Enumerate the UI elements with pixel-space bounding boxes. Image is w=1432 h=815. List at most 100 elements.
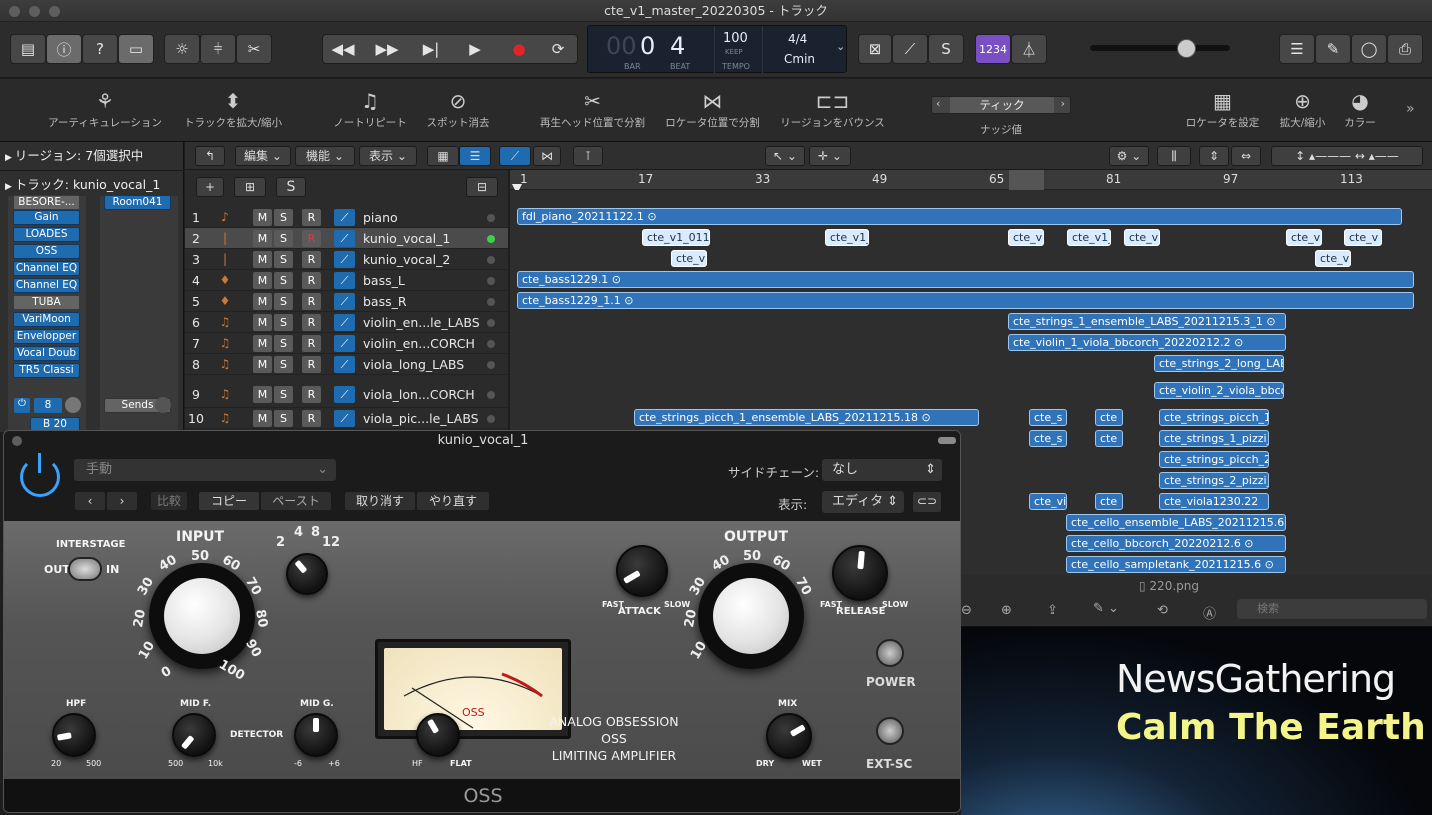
zoom-sliders[interactable]: ↕ ▴——— ↔ ▴—— xyxy=(1271,146,1423,166)
region[interactable]: cte_strings_2_long_LAB xyxy=(1154,355,1284,372)
functions-menu[interactable]: 機能 ⌄ xyxy=(295,146,355,166)
hf-flat-knob[interactable] xyxy=(416,713,460,757)
link-button[interactable]: ⊂⊃ xyxy=(912,491,942,513)
markup-icon[interactable]: ✎ ⌄ xyxy=(1093,601,1119,616)
inspector-button[interactable]: ⓘ xyxy=(46,34,82,64)
spot-erase-tool[interactable]: ⊘ スポット消去 xyxy=(418,87,498,130)
count-in-button[interactable]: 1234 xyxy=(975,34,1011,64)
mute-button[interactable]: M xyxy=(253,410,272,427)
list-editors-button[interactable]: ☰ xyxy=(1279,34,1315,64)
record-enable-button[interactable]: R xyxy=(302,314,321,331)
solo-button[interactable]: S xyxy=(274,314,293,331)
plugin-slot[interactable]: OSS xyxy=(13,244,80,259)
replace-button[interactable]: ⊠ xyxy=(858,34,892,64)
plugin-slot[interactable]: BESORE-... xyxy=(13,195,80,210)
region[interactable]: cte_v1_011 xyxy=(642,229,710,246)
duplicate-track-button[interactable]: ⊞ xyxy=(234,177,266,197)
catch-button[interactable]: ↰ xyxy=(195,146,225,166)
smart-controls-button[interactable]: ☼ xyxy=(164,34,200,64)
power-toggle[interactable] xyxy=(876,639,904,667)
mute-button[interactable]: M xyxy=(253,356,272,373)
region[interactable]: cte_bass1229.1 ⊙ xyxy=(517,271,1414,288)
region[interactable]: cte xyxy=(1095,409,1123,426)
plugin-slot[interactable]: Envelopper xyxy=(13,329,80,344)
record-enable-button[interactable]: R xyxy=(302,230,321,247)
plugin-slot[interactable]: Gain xyxy=(13,210,80,225)
track-row[interactable]: 4 ♦ M S R ⟋ bass_L xyxy=(185,270,508,291)
fit-horizontal-button[interactable]: ⇔ xyxy=(1231,146,1261,166)
record-enable-button[interactable]: R xyxy=(302,272,321,289)
plugin-slot[interactable]: LOADES xyxy=(13,227,80,242)
tuner-button[interactable]: ⟋ xyxy=(892,34,928,64)
zoom-track-tool[interactable]: ⬍ トラックを拡大/縮小 xyxy=(178,87,288,130)
mix-knob[interactable] xyxy=(766,713,812,759)
mute-button[interactable]: M xyxy=(253,386,272,403)
zoom-out-icon[interactable]: ⊖ xyxy=(961,603,972,618)
edit-menu[interactable]: 編集 ⌄ xyxy=(235,146,291,166)
region[interactable]: cte xyxy=(1095,493,1123,510)
track-row[interactable]: 7 ♫ M S R ⟋ violin_en...CORCH xyxy=(185,333,508,354)
region[interactable]: cte_v xyxy=(1124,229,1160,246)
go-to-end-button[interactable]: ▶| xyxy=(410,34,452,64)
region[interactable]: cte xyxy=(1095,430,1123,447)
automation-icon[interactable]: ⟋ xyxy=(334,386,355,403)
record-enable-button[interactable]: R xyxy=(302,410,321,427)
solo-button[interactable]: S xyxy=(928,34,964,64)
zoom-tool[interactable]: ⊕ 拡大/縮小 xyxy=(1270,87,1335,130)
ext-sc-toggle[interactable] xyxy=(876,717,904,745)
automation-icon[interactable]: ⟋ xyxy=(334,209,355,226)
mute-button[interactable]: M xyxy=(253,230,272,247)
region-inspector-header[interactable]: ▶ リージョン: 7個選択中 xyxy=(5,144,180,168)
record-enable-button[interactable]: R xyxy=(302,251,321,268)
track-row[interactable]: 8 ♫ M S R ⟋ viola_long_LABS xyxy=(185,354,508,375)
automation-icon[interactable]: ⟋ xyxy=(334,410,355,427)
plugin-slot[interactable]: Channel EQ xyxy=(13,261,80,276)
redo-button[interactable]: やり直す xyxy=(416,491,490,511)
track-row[interactable]: 10 ♫ M S R ⟋ viola_pic...le_LABS xyxy=(185,408,508,429)
region[interactable]: cte_strings_1_ensemble_LABS_20211215.3_1… xyxy=(1008,313,1286,330)
view-selector[interactable]: エディタ ⇕ xyxy=(822,491,904,513)
mute-button[interactable]: M xyxy=(253,272,272,289)
track-inspector-header[interactable]: ▶ トラック: kunio_vocal_1 xyxy=(5,173,180,197)
lcd-dropdown-icon[interactable]: ⌄ xyxy=(836,40,845,53)
track-row[interactable]: 1 ♪ M S R ⟋ piano xyxy=(185,207,508,228)
articulation-tool[interactable]: ⚘ アーティキュレーション xyxy=(40,87,170,130)
record-button[interactable]: ● xyxy=(498,34,540,64)
set-locators-tool[interactable]: ▦ ロケータを設定 xyxy=(1180,87,1265,130)
solo-button[interactable]: S xyxy=(274,230,293,247)
zoom-window-button[interactable] xyxy=(49,6,60,17)
flex-button[interactable]: ⋈ xyxy=(533,146,561,166)
region[interactable]: cte_strings_picch_2 xyxy=(1159,451,1269,468)
zoom-in-icon[interactable]: ⊕ xyxy=(1001,603,1012,618)
paste-button[interactable]: ペースト xyxy=(260,491,332,511)
loop-browser-button[interactable]: ◯ xyxy=(1351,34,1387,64)
solo-button[interactable]: S xyxy=(274,386,293,403)
region[interactable]: cte_v xyxy=(1008,229,1044,246)
mixer-button[interactable]: ⫩ xyxy=(200,34,236,64)
metronome-button[interactable]: ⏃ xyxy=(1011,34,1047,64)
library-button[interactable]: ▤ xyxy=(10,34,46,64)
region[interactable]: cte_strings_picch_1 xyxy=(1159,409,1269,426)
ratio-knob[interactable] xyxy=(286,553,328,595)
automation-icon[interactable]: ⟋ xyxy=(334,314,355,331)
track-row[interactable]: 5 ♦ M S R ⟋ bass_R xyxy=(185,291,508,312)
mute-button[interactable]: M xyxy=(253,251,272,268)
copy-button[interactable]: コピー xyxy=(198,491,260,511)
global-track-toggle[interactable]: ⊟ xyxy=(466,177,498,197)
lcd-display[interactable]: 00 0 4 BAR BEAT 100 KEEP TEMPO 4/4 Cmin … xyxy=(587,25,847,74)
record-enable-button[interactable]: R xyxy=(302,386,321,403)
color-tool[interactable]: ◕ カラー xyxy=(1335,87,1385,130)
fast-forward-button[interactable]: ▶▶ xyxy=(366,34,408,64)
region[interactable]: cte_bass1229_1.1 ⊙ xyxy=(517,292,1414,309)
cycle-button[interactable]: ⟳ xyxy=(538,34,578,64)
output-knob[interactable] xyxy=(698,563,804,669)
automation-icon[interactable]: ⟋ xyxy=(334,335,355,352)
list-view-button[interactable]: ☰ xyxy=(459,146,491,166)
input-knob[interactable] xyxy=(65,397,81,413)
annotate-icon[interactable]: Ⓐ xyxy=(1203,603,1216,622)
region[interactable]: cte_s xyxy=(1029,430,1067,447)
editors-button[interactable]: ✂ xyxy=(236,34,272,64)
region[interactable]: cte_v xyxy=(1344,229,1382,246)
region[interactable]: cte_cello_sampletank_20211215.6 ⊙ xyxy=(1066,556,1286,573)
rewind-button[interactable]: ◀◀ xyxy=(322,34,364,64)
